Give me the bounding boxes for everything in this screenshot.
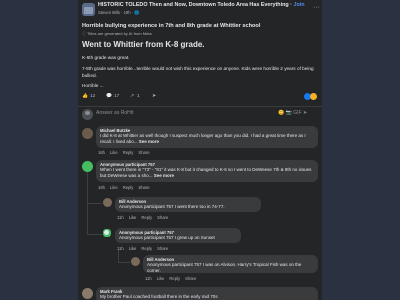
- post-headline: Went to Whittier from K-8 grade.: [82, 40, 205, 49]
- reply-text: Anonymous participant 757 I was on Alvis…: [147, 262, 302, 273]
- post-paragraph-3: Horrible ...: [82, 83, 104, 88]
- reply-bubble: Anonymous participant 757 Anonymous part…: [115, 228, 241, 243]
- reply-text: Anonymous participant 757 I grew up on S…: [119, 235, 215, 240]
- avatar[interactable]: [131, 257, 140, 266]
- reply-time[interactable]: 11h: [117, 215, 124, 220]
- participant-avatar[interactable]: [103, 229, 111, 237]
- post-paragraph-1: K-6th grade was great.: [82, 55, 130, 60]
- comment-text: I did K-8 at Whittier as well though I s…: [100, 133, 306, 144]
- post-header: HISTORIC TOLEDO Then and Now, Downtown T…: [78, 0, 322, 20]
- reply-link[interactable]: Reply: [141, 246, 152, 251]
- share-count: 1: [137, 94, 140, 99]
- reply-link[interactable]: Reply: [141, 215, 152, 220]
- comment-text: My brother Paul coached football there i…: [100, 294, 218, 299]
- like-link[interactable]: Like: [110, 185, 118, 190]
- more-options-icon[interactable]: ···: [313, 4, 320, 11]
- avatar[interactable]: [82, 288, 93, 299]
- reply-actions: 11h Like Reply Share: [117, 215, 173, 220]
- answer-input[interactable]: Answer as RoHit: [96, 110, 133, 116]
- share-link[interactable]: Share: [138, 150, 149, 155]
- divider: [78, 106, 322, 107]
- thread-line: [87, 168, 88, 235]
- gif-icon[interactable]: GIF: [293, 110, 301, 116]
- post-dialog: HISTORIC TOLEDO Then and Now, Downtown T…: [78, 0, 322, 300]
- comment-bubble: Mark Frank My brother Paul coached footb…: [96, 287, 318, 300]
- avatar[interactable]: [103, 198, 112, 207]
- comment-bubble: Michael Butzke I did K-8 at Whittier as …: [96, 126, 318, 148]
- reply-link[interactable]: Reply: [123, 150, 134, 155]
- reaction-summary[interactable]: [304, 93, 320, 101]
- like-link[interactable]: Like: [129, 215, 137, 220]
- like-icon[interactable]: 👍: [82, 94, 88, 99]
- comment-icon[interactable]: 💬: [106, 94, 112, 99]
- reply-time[interactable]: 11h: [145, 276, 152, 281]
- post-author-line: Steven Bills · 19h · 🌐: [98, 10, 140, 16]
- comment-time[interactable]: 16h: [98, 150, 105, 155]
- reply-bubble: Bill Anderson Anonymous participant 757 …: [143, 255, 318, 273]
- send-icon[interactable]: ➤: [152, 94, 156, 99]
- like-link[interactable]: Like: [129, 246, 137, 251]
- reply-actions: 11h Like Reply Share: [145, 276, 201, 281]
- comment-count: 17: [114, 94, 120, 99]
- thread-line: [118, 250, 119, 262]
- group-avatar[interactable]: [82, 3, 95, 16]
- post-title: Horrible bullying experience in 7th and …: [82, 23, 261, 29]
- share-link[interactable]: Share: [157, 215, 168, 220]
- send-comment-icon[interactable]: ➤: [303, 110, 307, 116]
- participant-avatar[interactable]: [82, 161, 93, 172]
- share-icon[interactable]: ↗: [130, 94, 134, 99]
- post-stats: 👍 12 💬 17 ↗ 1 ➤: [82, 94, 318, 102]
- haha-reaction-icon: [310, 93, 317, 100]
- camera-icon[interactable]: 📷: [286, 110, 292, 116]
- avatar[interactable]: [82, 128, 93, 139]
- join-button[interactable]: Join: [293, 2, 304, 8]
- group-name[interactable]: HISTORIC TOLEDO Then and Now, Downtown T…: [98, 2, 305, 8]
- composer-icons: 😊 📷 GIF ➤: [278, 110, 307, 116]
- thread-line: [87, 234, 102, 235]
- thread-line: [87, 203, 102, 204]
- comment-text: When I went there in "73" - "81" it was …: [100, 167, 312, 178]
- comment-actions: 16h Like Reply Share: [98, 185, 155, 190]
- comment-actions: 16h Like Reply Share: [98, 150, 155, 155]
- like-link[interactable]: Like: [157, 276, 165, 281]
- comment-time[interactable]: 16h: [98, 185, 105, 190]
- post-author[interactable]: Steven Bills · 19h ·: [98, 10, 134, 15]
- reply-actions: 11h Like Reply Share: [117, 246, 173, 251]
- reply-text: Anonymous participant 757 I went there t…: [119, 204, 225, 209]
- like-count: 12: [90, 94, 96, 99]
- reply-link[interactable]: Reply: [169, 276, 180, 281]
- like-link[interactable]: Like: [110, 150, 118, 155]
- share-link[interactable]: Share: [157, 246, 168, 251]
- ai-title-note: ⓘ Titles are generated by AI from Meta: [82, 31, 152, 36]
- comment-bubble: Anonymous participant 757 When I went th…: [96, 160, 318, 182]
- thread-line: [118, 262, 130, 263]
- globe-icon: 🌐: [134, 10, 140, 15]
- reply-link[interactable]: Reply: [123, 185, 134, 190]
- post-paragraph-2: 7-8th grade was horrible...terrible woul…: [82, 66, 314, 78]
- reply-bubble: Bill Anderson Anonymous participant 757 …: [115, 197, 261, 212]
- my-avatar: [82, 109, 93, 120]
- see-more-link[interactable]: See more: [139, 139, 159, 144]
- group-name-text[interactable]: HISTORIC TOLEDO Then and Now, Downtown T…: [98, 2, 289, 8]
- see-more-link[interactable]: See more: [154, 173, 174, 178]
- share-link[interactable]: Share: [185, 276, 196, 281]
- emoji-icon[interactable]: 😊: [278, 110, 284, 116]
- share-link[interactable]: Share: [138, 185, 149, 190]
